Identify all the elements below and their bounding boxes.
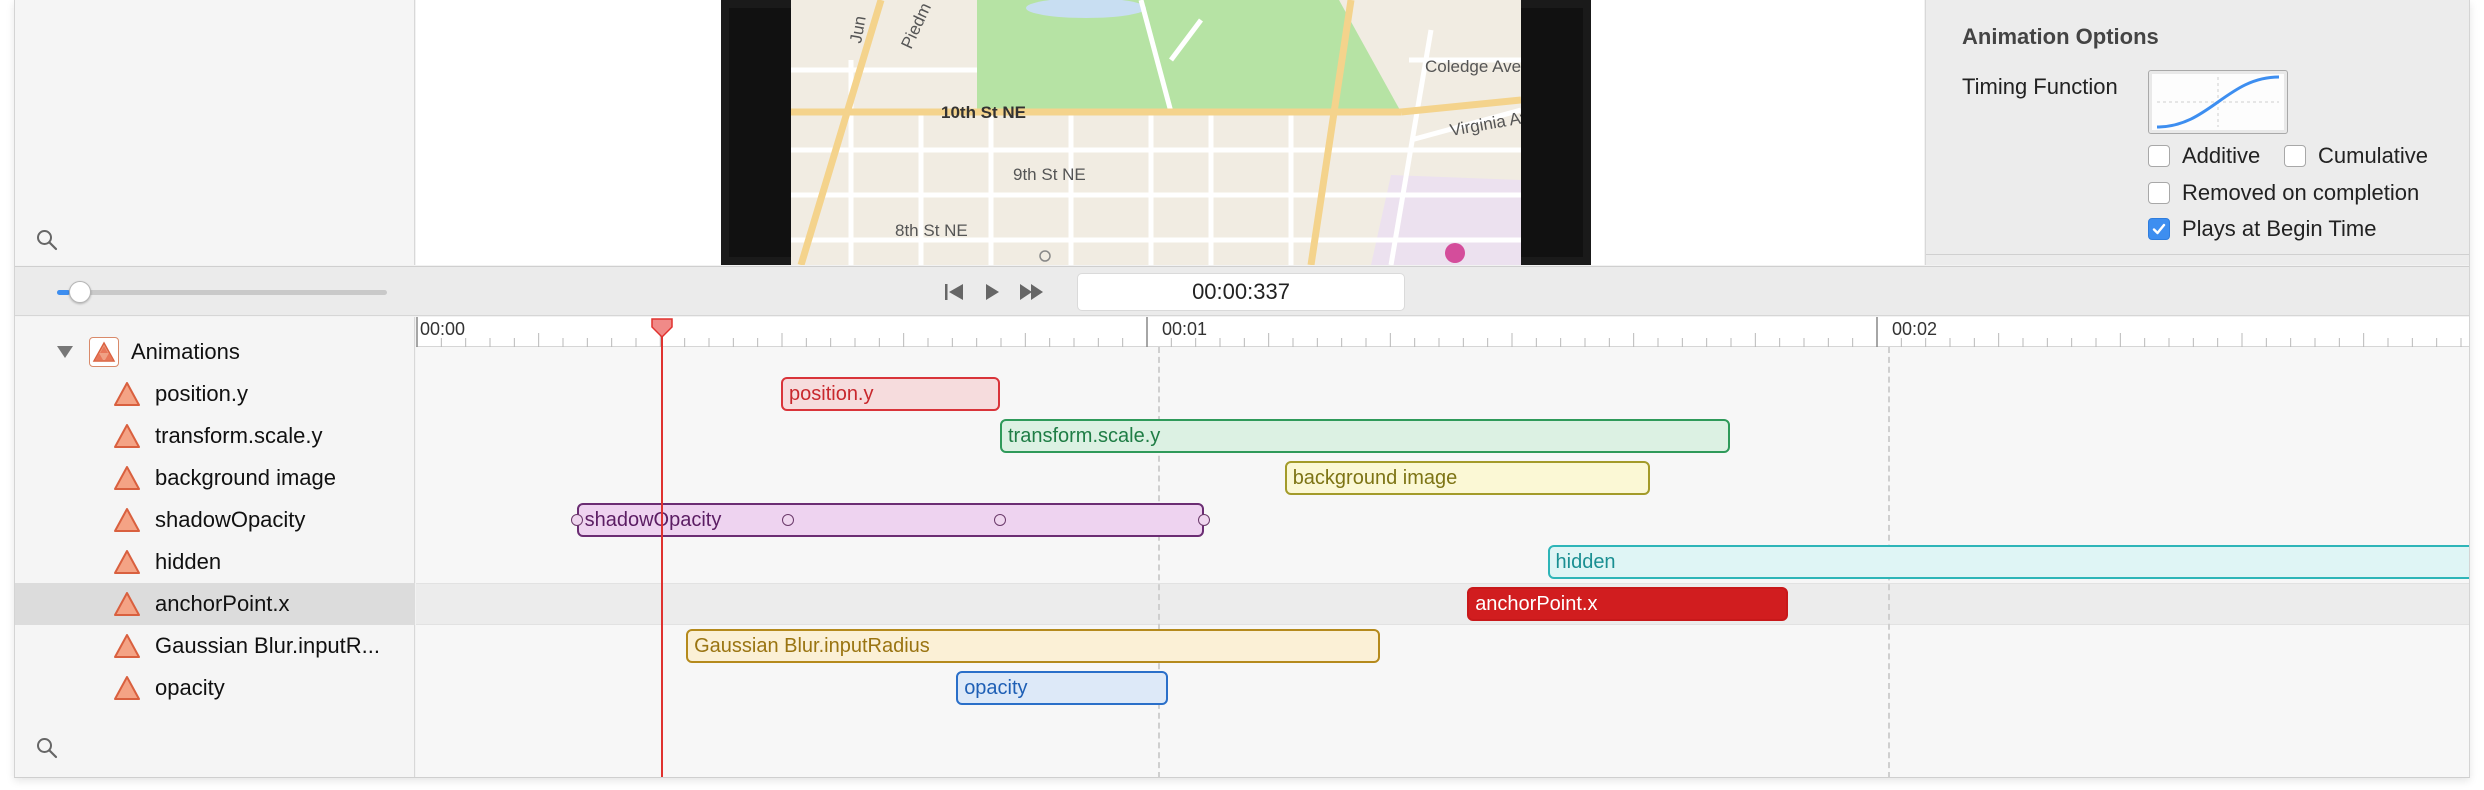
track-label: shadowOpacity	[155, 507, 306, 532]
track-row[interactable]: transform.scale.y	[15, 415, 415, 457]
track-row[interactable]: shadowOpacity	[15, 499, 415, 541]
street-label-10th: 10th St NE	[941, 103, 1026, 122]
animations-group-label: Animations	[131, 339, 240, 364]
street-label-8th: 8th St NE	[895, 221, 968, 240]
track-row[interactable]: opacity	[15, 667, 415, 709]
skip-back-icon	[945, 284, 963, 300]
animation-bar[interactable]: shadowOpacity	[576, 503, 1205, 537]
animation-bar[interactable]: anchorPoint.x	[1467, 587, 1789, 621]
track-label: background image	[155, 465, 337, 490]
plays-at-begin-time-label: Plays at Begin Time	[2182, 216, 2377, 241]
grid-line-1s	[1158, 347, 1160, 777]
track-list: Animations position.y transform.scale.y ba…	[15, 317, 415, 777]
track-label: anchorPoint.x	[155, 591, 290, 616]
playhead-line[interactable]	[661, 331, 663, 777]
track-label: hidden	[155, 549, 222, 574]
time-ruler[interactable]: 00:00 00:01 00:02	[416, 317, 2469, 347]
track-label: position.y	[155, 381, 248, 406]
inspector-divider	[1926, 254, 2469, 255]
fast-forward-icon	[1020, 284, 1043, 300]
animation-bar[interactable]: hidden	[1547, 545, 2469, 579]
timeline-row	[416, 667, 2469, 709]
ruler-label-2: 00:02	[1892, 319, 1938, 339]
track-label: Gaussian Blur.inputR...	[155, 633, 381, 658]
keyframe-marker[interactable]	[994, 514, 1006, 526]
animation-group-icon	[89, 337, 119, 367]
animation-track-icon	[113, 380, 141, 408]
animations-group-row[interactable]: Animations	[15, 331, 415, 373]
removed-on-completion-option[interactable]: Removed on completion	[2148, 179, 2419, 207]
inspector-title: Animation Options	[1962, 24, 2159, 49]
track-label: transform.scale.y	[155, 423, 323, 448]
timeline-row	[416, 583, 2469, 625]
ruler-label-0: 00:00	[420, 319, 466, 339]
animation-bar[interactable]: Gaussian Blur.inputRadius	[686, 629, 1380, 663]
current-time-display: 00:00:337	[1077, 273, 1405, 311]
fast-forward-button[interactable]	[1015, 279, 1049, 305]
removed-on-completion-checkbox[interactable]	[2148, 182, 2170, 204]
additive-option[interactable]: Additive	[2148, 142, 2260, 170]
animation-track-icon	[113, 506, 141, 534]
animation-track-icon	[113, 422, 141, 450]
cumulative-label: Cumulative	[2318, 143, 2429, 168]
keyframe-marker[interactable]	[570, 514, 583, 526]
track-search-icon[interactable]	[35, 736, 59, 760]
checkmark-icon	[2152, 223, 2166, 235]
timing-function-curve[interactable]	[2148, 70, 2288, 134]
animation-bar[interactable]: transform.scale.y	[1000, 419, 1730, 453]
transport-bar: 00:00:337	[15, 266, 2469, 316]
animation-inspector-window: Piedm Jun 10th St NE 9th St NE 8th St NE…	[14, 0, 2470, 778]
plays-at-begin-time-checkbox[interactable]	[2148, 218, 2170, 240]
track-row[interactable]: background image	[15, 457, 415, 499]
timing-function-label: Timing Function	[1962, 74, 2118, 99]
track-row[interactable]: anchorPoint.x	[15, 583, 415, 625]
map-preview: Piedm Jun 10th St NE 9th St NE 8th St NE…	[791, 0, 1521, 265]
app-root: Piedm Jun 10th St NE 9th St NE 8th St NE…	[0, 0, 2484, 790]
additive-label: Additive	[2182, 143, 2261, 168]
animation-track-icon	[113, 548, 141, 576]
track-row[interactable]: position.y	[15, 373, 415, 415]
timeline: 00:00 00:01 00:02 position.y transform.sc…	[416, 317, 2469, 777]
removed-on-completion-label: Removed on completion	[2182, 180, 2420, 205]
disclosure-triangle-icon[interactable]	[55, 342, 75, 362]
animation-track-icon	[113, 674, 141, 702]
speed-slider-knob[interactable]	[69, 281, 92, 303]
cumulative-option[interactable]: Cumulative	[2284, 142, 2428, 170]
top-left-pane	[15, 0, 415, 265]
street-label-9th: 9th St NE	[1013, 165, 1086, 184]
track-label: opacity	[155, 675, 225, 700]
plays-at-begin-time-option[interactable]: Plays at Begin Time	[2148, 215, 2376, 243]
street-label-coledge: Coledge Ave	[1425, 57, 1521, 76]
animation-bar[interactable]: background image	[1284, 461, 1650, 495]
rewind-to-start-button[interactable]	[939, 279, 969, 305]
animation-track-icon	[113, 464, 141, 492]
playhead-marker-icon	[651, 318, 673, 339]
track-row[interactable]: Gaussian Blur.inputR...	[15, 625, 415, 667]
cumulative-checkbox[interactable]	[2284, 145, 2306, 167]
animation-bar[interactable]: opacity	[956, 671, 1168, 705]
additive-checkbox[interactable]	[2148, 145, 2170, 167]
animation-bar[interactable]: position.y	[781, 377, 1000, 411]
animation-options-inspector: Animation Options Timing Function Additi…	[1925, 0, 2469, 265]
animation-track-icon	[113, 632, 141, 660]
search-icon[interactable]	[35, 228, 59, 252]
track-row[interactable]: hidden	[15, 541, 415, 583]
play-icon	[986, 284, 999, 300]
ruler-label-1: 00:01	[1162, 319, 1208, 339]
timeline-row	[416, 373, 2469, 415]
animation-track-icon	[113, 590, 141, 618]
playhead-handle[interactable]	[650, 317, 674, 344]
speed-slider-track[interactable]	[57, 290, 387, 295]
play-button[interactable]	[977, 279, 1007, 305]
